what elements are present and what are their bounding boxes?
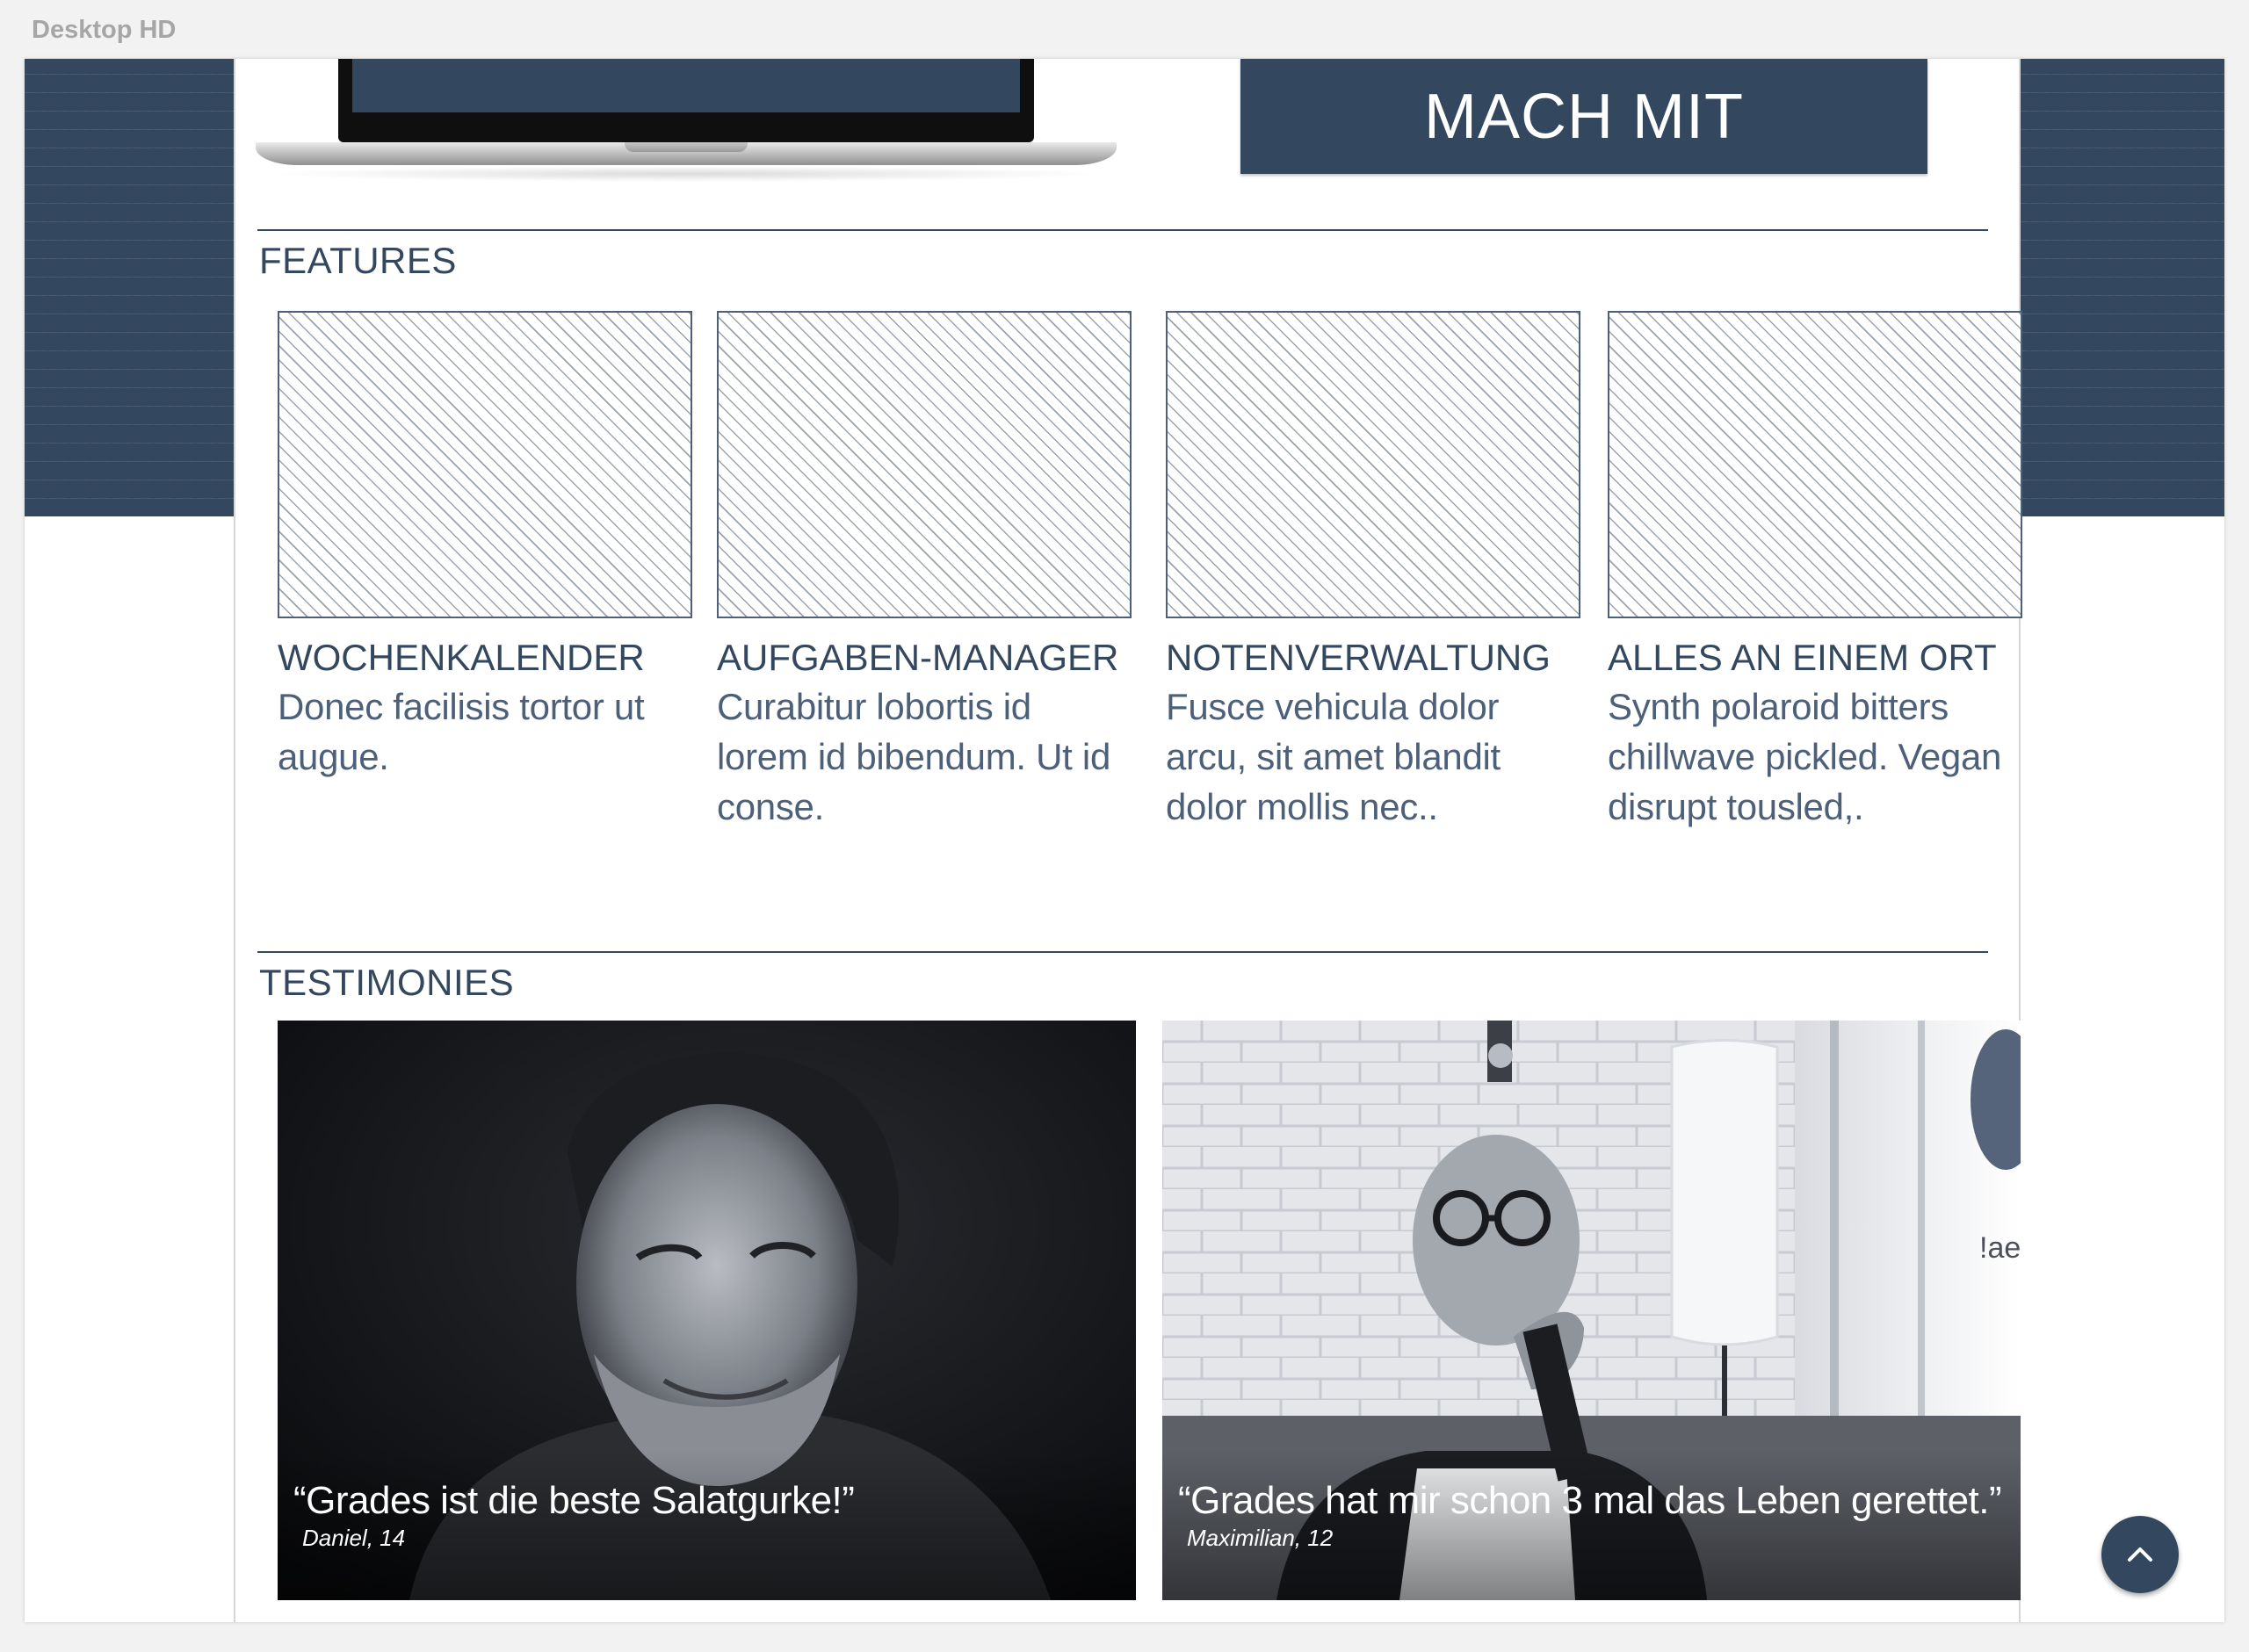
feature-image-placeholder [278,311,692,618]
feature-card[interactable]: NOTENVERWALTUNG Fusce vehicula dolor arc… [1166,311,1580,832]
feature-image-placeholder [1166,311,1580,618]
page-content: MACH MIT FEATURES WOCHENKALENDER Donec f… [234,59,2022,1622]
testimonies-heading: TESTIMONIES [259,962,515,1003]
artboard-canvas: MACH MIT FEATURES WOCHENKALENDER Donec f… [25,59,2224,1622]
feature-card[interactable]: ALLES AN EINEM ORT Synth polaroid bitter… [1608,311,2022,832]
testimony-quote: “Grades ist die beste Salatgurke!” [293,1479,855,1522]
feature-description: Synth polaroid bitters chillwave pickled… [1608,686,2002,827]
testimony-card[interactable]: !ae “Grades hat mir schon 3 mal das Lebe… [1162,1021,2021,1600]
testimonies-divider [257,951,1988,953]
feature-description: Curabitur lobortis id lorem id bibendum.… [717,686,1111,827]
features-heading: FEATURES [259,240,457,281]
feature-card[interactable]: WOCHENKALENDER Donec facilisis tortor ut… [278,311,692,782]
chevron-up-icon [2128,1547,2152,1562]
testimony-author: Maximilian, 12 [1187,1525,1334,1551]
testimony-caption-overlay [278,1451,1136,1600]
feature-title: WOCHENKALENDER [278,637,645,678]
testimony-card[interactable]: “Grades ist die beste Salatgurke!” Danie… [278,1021,1136,1600]
feature-title: ALLES AN EINEM ORT [1608,637,1997,678]
testimony-author: Daniel, 14 [302,1525,406,1551]
feature-card[interactable]: AUFGABEN-MANAGER Curabitur lobortis id l… [717,311,1132,832]
join-button[interactable]: MACH MIT [1240,59,1927,174]
laptop-image [256,59,1117,191]
scroll-to-top-button[interactable] [2101,1516,2179,1593]
feature-description: Fusce vehicula dolor arcu, sit amet blan… [1166,686,1501,827]
feature-description: Donec facilisis tortor ut augue. [278,686,645,777]
artboard-label: Desktop HD [32,16,177,44]
feature-image-placeholder [1608,311,2022,618]
feature-title: AUFGABEN-MANAGER [717,637,1119,678]
testimony-quote: “Grades hat mir schon 3 mal das Leben ge… [1178,1479,2002,1522]
features-divider [257,229,1988,231]
feature-title: NOTENVERWALTUNG [1166,637,1551,678]
feature-image-placeholder [717,311,1132,618]
svg-text:!ae: !ae [1979,1231,2021,1265]
